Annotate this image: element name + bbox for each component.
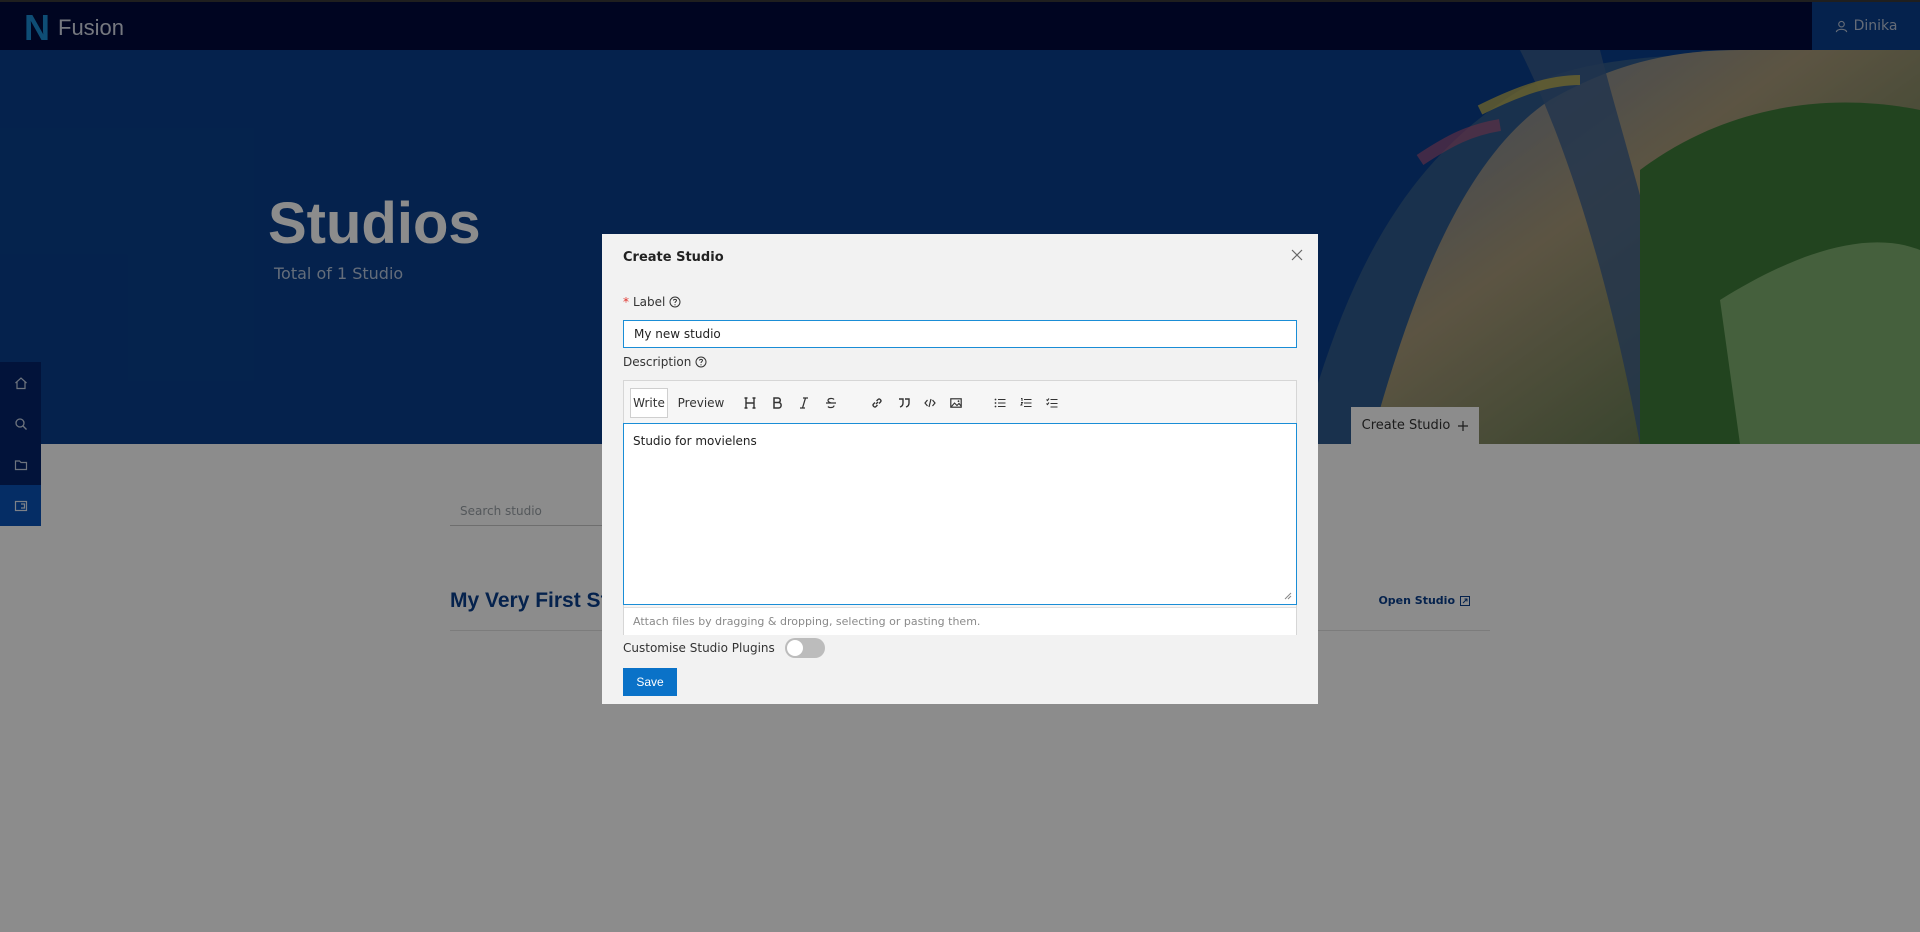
description-field-text: Description <box>623 355 692 369</box>
label-input[interactable] <box>623 320 1297 348</box>
editor-toolbar: Write Preview <box>624 381 1296 423</box>
attach-files-hint[interactable]: Attach files by dragging & dropping, sel… <box>624 607 1296 635</box>
tab-write[interactable]: Write <box>630 388 668 418</box>
resize-handle-icon[interactable] <box>1283 591 1292 600</box>
bold-icon[interactable] <box>769 395 785 411</box>
code-icon[interactable] <box>922 395 938 411</box>
label-field-label: * Label <box>623 295 681 309</box>
close-icon[interactable] <box>1290 248 1304 262</box>
save-button[interactable]: Save <box>623 668 677 696</box>
markdown-editor: Write Preview Studio for movielens Attac… <box>623 380 1297 635</box>
bullet-list-icon[interactable] <box>992 395 1008 411</box>
task-list-icon[interactable] <box>1044 395 1060 411</box>
description-field-label: Description <box>623 355 707 369</box>
required-marker: * <box>623 295 629 309</box>
description-value: Studio for movielens <box>633 434 757 448</box>
customise-plugins-label: Customise Studio Plugins <box>623 641 775 655</box>
italic-icon[interactable] <box>796 395 812 411</box>
customise-plugins-toggle[interactable] <box>784 638 825 658</box>
help-icon[interactable] <box>669 296 681 308</box>
numbered-list-icon[interactable] <box>1018 395 1034 411</box>
modal-title: Create Studio <box>623 250 724 265</box>
image-icon[interactable] <box>948 395 964 411</box>
tab-preview[interactable]: Preview <box>676 388 726 418</box>
toggle-knob <box>786 640 803 656</box>
label-field-text: Label <box>633 295 666 309</box>
link-icon[interactable] <box>869 395 885 411</box>
heading-icon[interactable] <box>742 395 758 411</box>
description-textarea[interactable]: Studio for movielens <box>623 423 1297 605</box>
quote-icon[interactable] <box>896 395 912 411</box>
create-studio-modal: Create Studio * Label Description Write … <box>602 234 1318 704</box>
strikethrough-icon[interactable] <box>823 395 839 411</box>
help-icon[interactable] <box>695 356 707 368</box>
customise-plugins-row: Customise Studio Plugins <box>623 638 825 658</box>
